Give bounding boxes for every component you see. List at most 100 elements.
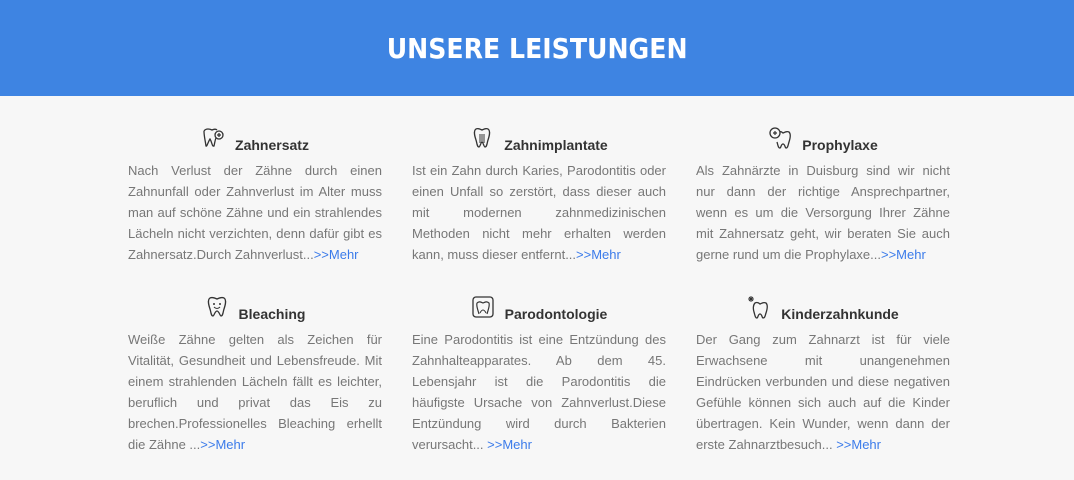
service-card-kinderzahnkunde: Kinderzahnkunde Der Gang zum Zahnarzt ist… <box>696 291 950 455</box>
line-text: wenn es um die Versorgung Ihrer Zähne <box>696 205 950 220</box>
description-line: beruflich und privat das Eis zu <box>128 392 382 413</box>
page-header: UNSERE LEISTUNGEN <box>0 0 1074 96</box>
service-description: Weiße Zähne gelten als Zeichen für Vitali… <box>128 329 382 455</box>
line-text: Ist ein Zahn durch Karies, Parodontitis … <box>412 163 666 178</box>
description-line: Zahnunfall oder Zahnverlust im Alter mus… <box>128 181 382 202</box>
more-link[interactable]: >>Mehr <box>487 437 532 452</box>
service-title: Kinderzahnkunde <box>781 306 899 322</box>
description-line: einen Unfall so zerstört, dass dieser au… <box>412 181 666 202</box>
more-link[interactable]: >>Mehr <box>836 437 881 452</box>
line-text: Entzündung wird durch Bakterien <box>412 416 666 431</box>
line-text: Der Gang zum Zahnarzt ist für viele <box>696 332 950 347</box>
description-line: brechen.Professionelles Bleaching erhell… <box>128 413 382 434</box>
description-line: erste Zahnarztbesuch... >>Mehr <box>696 434 950 455</box>
service-card-prophylaxe: Prophylaxe Als Zahnärzte in Duisburg sind… <box>696 122 950 265</box>
tooth-search-icon <box>769 127 792 149</box>
description-line: kann, muss dieser entfernt...>>Mehr <box>412 244 666 265</box>
line-text: Zahnunfall oder Zahnverlust im Alter mus… <box>128 184 382 199</box>
line-text: Weiße Zähne gelten als Zeichen für <box>128 332 382 347</box>
service-card-bleaching: Bleaching Weiße Zähne gelten als Zeichen … <box>128 291 382 455</box>
line-text: Als Zahnärzte in Duisburg sind wir nicht <box>696 163 950 178</box>
description-line: Erwachsene mit unangenehmen <box>696 350 950 371</box>
line-text: häufigste Ursache von Zahnverlust.Diese <box>412 395 666 410</box>
service-title: Zahnimplantate <box>504 137 608 153</box>
line-text: Eine Parodontitis ist eine Entzündung de… <box>412 332 666 347</box>
description-line: häufigste Ursache von Zahnverlust.Diese <box>412 392 666 413</box>
description-line: man auf schöne Zähne und ein strahlendes <box>128 202 382 223</box>
line-text: Nach Verlust der Zähne durch einen <box>128 163 382 178</box>
service-title: Zahnersatz <box>235 137 309 153</box>
line-text: verursacht... <box>412 437 488 452</box>
line-text: erste Zahnarztbesuch... <box>696 437 837 452</box>
description-line: die Zähne ...>>Mehr <box>128 434 382 455</box>
description-line: verursacht... >>Mehr <box>412 434 666 455</box>
service-heading: Zahnimplantate <box>412 122 666 154</box>
tooth-plus-icon <box>203 128 224 147</box>
more-link[interactable]: >>Mehr <box>576 247 621 262</box>
description-line: Eindrücken verbunden und diese negativen <box>696 371 950 392</box>
line-text: Vitalität, Gesundheit und Lebensfreude. … <box>128 353 382 368</box>
service-heading: Bleaching <box>128 291 382 323</box>
service-heading: Kinderzahnkunde <box>696 291 950 323</box>
description-line: Entzündung wird durch Bakterien <box>412 413 666 434</box>
tooth-sparkle-icon <box>748 296 769 319</box>
service-description: Ist ein Zahn durch Karies, Parodontitis … <box>412 160 666 265</box>
description-line: Zahnhalteapparates. Ab dem 45. <box>412 350 666 371</box>
service-card-zahnersatz: Zahnersatz Nach Verlust der Zähne durch e… <box>128 122 382 265</box>
service-card-parodontologie: Parodontologie Eine Parodontitis ist eine… <box>412 291 666 455</box>
service-heading: Parodontologie <box>412 291 666 323</box>
description-line: Lächeln nicht verzichten, denn dafür gib… <box>128 223 382 244</box>
line-text: Zahnhalteapparates. Ab dem 45. <box>412 353 666 368</box>
line-text: brechen.Professionelles Bleaching erhell… <box>128 416 382 431</box>
line-text: übertragen. Kein Wunder, wenn dann der <box>696 416 950 431</box>
line-text: Gefühle können sich auch auf die Kinder <box>696 395 950 410</box>
service-description: Als Zahnärzte in Duisburg sind wir nicht… <box>696 160 950 265</box>
description-line: Als Zahnärzte in Duisburg sind wir nicht <box>696 160 950 181</box>
line-text: mit modernen zahnmedizinischen <box>412 205 666 220</box>
service-description: Eine Parodontitis ist eine Entzündung de… <box>412 329 666 455</box>
description-line: nur dann der richtige Ansprechpartner, <box>696 181 950 202</box>
description-line: Zahnersatz.Durch Zahnverlust...>>Mehr <box>128 244 382 265</box>
service-title: Parodontologie <box>504 306 608 322</box>
description-line: Ist ein Zahn durch Karies, Parodontitis … <box>412 160 666 181</box>
service-heading: Zahnersatz <box>128 122 382 154</box>
tooth-smile-icon <box>207 296 226 317</box>
line-text: Zahnersatz.Durch Zahnverlust... <box>128 247 314 262</box>
description-line: Lebensjahr ist die Parodontitis die <box>412 371 666 392</box>
more-link[interactable]: >>Mehr <box>200 437 245 452</box>
tooth-implant-icon <box>474 127 491 148</box>
line-text: man auf schöne Zähne und ein strahlendes <box>128 205 382 220</box>
description-line: einem strahlenden Lächeln fällt es leich… <box>128 371 382 392</box>
line-text: Methoden nicht mehr erhalten werden <box>412 226 666 241</box>
description-line: mit modernen zahnmedizinischen <box>412 202 666 223</box>
description-line: gerne rund um die Prophylaxe...>>Mehr <box>696 244 950 265</box>
service-description: Der Gang zum Zahnarzt ist für viele Erwac… <box>696 329 950 455</box>
description-line: mit Zahnersatz geht, wir beraten Sie auc… <box>696 223 950 244</box>
description-line: übertragen. Kein Wunder, wenn dann der <box>696 413 950 434</box>
line-text: Eindrücken verbunden und diese negativen <box>696 374 950 389</box>
more-link[interactable]: >>Mehr <box>881 247 926 262</box>
service-card-zahnimplantate: Zahnimplantate Ist ein Zahn durch Karies,… <box>412 122 666 265</box>
service-description: Nach Verlust der Zähne durch einen Zahnun… <box>128 160 382 265</box>
line-text: die Zähne ... <box>128 437 201 452</box>
description-line: Methoden nicht mehr erhalten werden <box>412 223 666 244</box>
description-line: Nach Verlust der Zähne durch einen <box>128 160 382 181</box>
description-line: wenn es um die Versorgung Ihrer Zähne <box>696 202 950 223</box>
line-text: beruflich und privat das Eis zu <box>128 395 382 410</box>
service-title: Bleaching <box>238 306 306 322</box>
line-text: Lebensjahr ist die Parodontitis die <box>412 374 666 389</box>
line-text: nur dann der richtige Ansprechpartner, <box>696 184 950 199</box>
line-text: Lächeln nicht verzichten, denn dafür gib… <box>128 226 382 241</box>
line-text: Erwachsene mit unangenehmen <box>696 353 950 368</box>
service-heading: Prophylaxe <box>696 122 950 154</box>
line-text: einen Unfall so zerstört, dass dieser au… <box>412 184 666 199</box>
page-title: UNSERE LEISTUNGEN <box>386 31 688 65</box>
service-title: Prophylaxe <box>802 137 878 153</box>
description-line: Eine Parodontitis ist eine Entzündung de… <box>412 329 666 350</box>
description-line: Weiße Zähne gelten als Zeichen für <box>128 329 382 350</box>
line-text: einem strahlenden Lächeln fällt es leich… <box>128 374 382 389</box>
description-line: Vitalität, Gesundheit und Lebensfreude. … <box>128 350 382 371</box>
description-line: Der Gang zum Zahnarzt ist für viele <box>696 329 950 350</box>
more-link[interactable]: >>Mehr <box>314 247 359 262</box>
line-text: gerne rund um die Prophylaxe... <box>696 247 881 262</box>
